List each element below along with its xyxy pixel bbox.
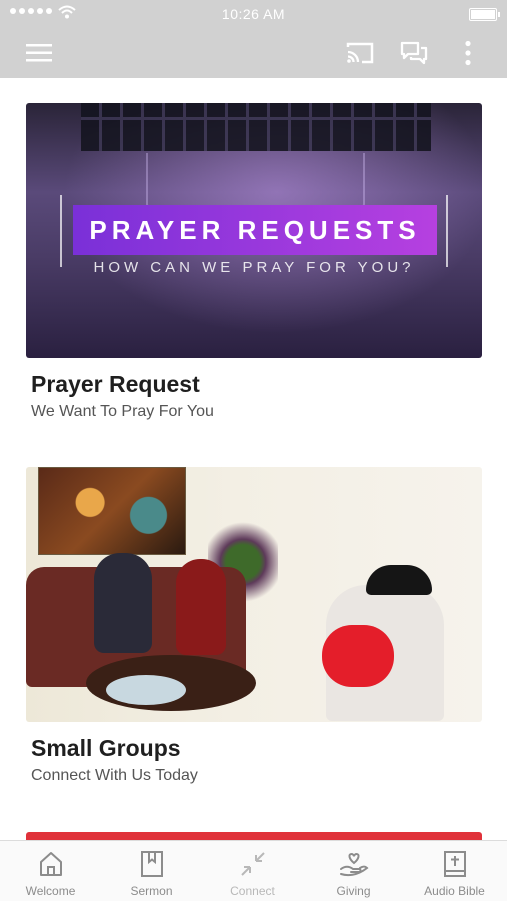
menu-icon (26, 44, 52, 62)
laptop-trackpad-graphic (146, 153, 365, 210)
chat-icon (400, 41, 428, 65)
tab-welcome[interactable]: Welcome (0, 841, 101, 901)
card-subtitle: We Want To Pray For You (31, 403, 214, 420)
menu-button[interactable] (22, 38, 56, 68)
table-plate (106, 675, 186, 705)
battery-icon (469, 8, 500, 21)
laptop-keyboard-graphic (81, 103, 431, 151)
more-vertical-icon (465, 40, 471, 66)
bottom-tab-bar: Welcome Sermon Connect Giving Audio Bibl… (0, 840, 507, 901)
connect-arrows-icon (240, 852, 265, 876)
tab-label: Connect (230, 884, 275, 898)
banner-title-box: PRAYER REQUESTS (73, 205, 437, 255)
tab-label: Giving (336, 884, 371, 898)
card-subtitle: Connect With Us Today (31, 767, 198, 784)
card-title: Prayer Request (31, 371, 200, 397)
tab-giving[interactable]: Giving (303, 841, 404, 901)
chat-button[interactable] (396, 37, 432, 69)
status-time: 10:26 AM (221, 6, 286, 22)
home-icon (39, 852, 62, 876)
small-groups-card[interactable]: Small Groups Connect With Us Today (26, 467, 482, 785)
tab-connect[interactable]: Connect (202, 841, 303, 901)
app-bar (0, 28, 507, 78)
status-bar: 10:26 AM (0, 0, 507, 28)
banner-title: PRAYER REQUESTS (89, 214, 421, 245)
more-options-button[interactable] (455, 37, 481, 69)
bible-icon (443, 851, 466, 877)
prayer-request-banner-image: PRAYER REQUESTS HOW CAN WE PRAY FOR YOU? (26, 103, 482, 358)
person (94, 553, 152, 653)
tab-label: Audio Bible (424, 884, 485, 898)
card-title: Small Groups (31, 735, 181, 761)
giving-hand-icon (339, 852, 368, 877)
wall-painting (38, 467, 186, 555)
tab-sermon[interactable]: Sermon (101, 841, 202, 901)
bookmark-book-icon (140, 851, 163, 877)
banner-subtitle: HOW CAN WE PRAY FOR YOU? (93, 259, 415, 276)
tab-label: Welcome (25, 884, 76, 898)
divider (446, 195, 448, 267)
cast-button[interactable] (342, 37, 378, 69)
hat (366, 565, 432, 595)
baby (322, 625, 394, 687)
cast-icon (346, 42, 374, 64)
small-groups-photo (26, 467, 482, 722)
tab-label: Sermon (130, 884, 173, 898)
prayer-request-card[interactable]: PRAYER REQUESTS HOW CAN WE PRAY FOR YOU?… (26, 103, 482, 421)
person (176, 559, 226, 655)
tab-audio-bible[interactable]: Audio Bible (404, 841, 505, 901)
divider (60, 195, 62, 267)
